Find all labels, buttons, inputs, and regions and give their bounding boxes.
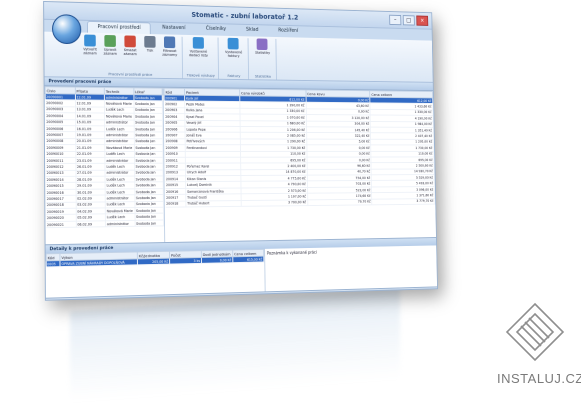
close-button[interactable]: × — [416, 15, 429, 26]
ribbon: Vytvořit záznam Upravit záznam Smazat zá… — [44, 31, 433, 83]
edit-record-button[interactable]: Upravit záznam — [101, 34, 118, 56]
delivery-note-icon — [192, 36, 204, 49]
ribbon-group-print: Vystavené dodací listy Tiskové výstupy — [182, 36, 220, 79]
notes-label: Poznámka k vykonané práci — [266, 249, 317, 256]
filter-icon — [163, 36, 176, 49]
edit-record-icon — [104, 34, 116, 47]
table-cell: 20090021 — [45, 221, 76, 228]
table-cell: 3 700,00 Kč — [241, 199, 308, 207]
statistics-button[interactable]: Statistiky — [252, 38, 272, 55]
tab-sklad[interactable]: Sklad — [237, 25, 268, 37]
ribbon-group-stats: Statistiky Statistika — [248, 38, 278, 80]
ribbon-group-invoices: Vystavené faktury Faktury — [218, 37, 250, 80]
window-reflection — [70, 288, 400, 402]
application-menu-orb[interactable] — [51, 14, 82, 45]
window-title: Stomatic - zubní laboratoř 1.2 — [191, 10, 299, 22]
notes-panel[interactable]: Poznámka k vykonané práci — [265, 245, 437, 291]
table-cell: 06.02.09 — [75, 220, 106, 228]
table-row[interactable]: 20090021 06.02.09 administrátor Svoboda Jan — [45, 219, 164, 228]
delete-record-icon — [124, 35, 136, 48]
table-cell: Trubáč Hubert — [185, 200, 242, 208]
work-list-table[interactable]: Číslo Přijato Technik Lékař 20090001 12.01.0… — [44, 86, 166, 245]
table-cell: 79,70 Kč — [307, 198, 373, 206]
add-record-icon — [84, 34, 96, 47]
table-cell: 200918 — [165, 200, 186, 208]
invoices-button[interactable]: Vystavené faktury — [223, 37, 245, 58]
table-cell: administrátor — [105, 220, 135, 227]
table-cell: 205,00 Kč — [137, 258, 170, 266]
add-record-button[interactable]: Vytvořit záznam — [81, 34, 98, 55]
ribbon-group-label: Tiskové výstupy — [186, 72, 215, 78]
filter-button[interactable]: Filtrovat záznamy — [161, 36, 178, 57]
table-cell: 615,00 Kč — [232, 256, 264, 264]
status-date: 29.05.02 — [416, 288, 433, 294]
instaluj-logo-text: INSTALUJ.CZ — [497, 371, 581, 386]
invoice-icon — [227, 37, 240, 50]
table-cell: Svoboda Jan — [134, 219, 164, 227]
instaluj-logo-icon — [505, 302, 565, 362]
table-cell: 3 ks — [169, 257, 202, 265]
ribbon-group-label: Statistika — [254, 73, 271, 79]
tab-ciselniky[interactable]: Číselníky — [197, 24, 236, 36]
delete-record-button[interactable]: Smazat záznam — [122, 35, 139, 56]
statistics-icon — [256, 38, 268, 51]
ribbon-group-label: Faktury — [227, 73, 241, 79]
table-cell: 3 779,70 Kč — [371, 198, 435, 205]
tab-pracovni-prostredi[interactable]: Pracovní prostředí — [86, 20, 152, 35]
detail-table[interactable]: Kód Výkon Kč/jednotka Počet Dodí jednotkám Ce… — [45, 248, 266, 298]
work-detail-table[interactable]: Kód Pacient Cena výrobků Cena kovu Cena celk… — [164, 88, 436, 242]
work-grid: Číslo Přijato Technik Lékař 20090001 12.01.0… — [44, 86, 437, 245]
delivery-notes-button[interactable]: Vystavené dodací listy — [186, 36, 210, 58]
tab-rozsireni[interactable]: Rozšíření — [269, 25, 307, 37]
maximize-button[interactable]: □ — [402, 15, 415, 26]
stage: Stomatic - zubní laboratoř 1.2 – □ × Pra… — [0, 0, 581, 405]
print-icon — [144, 35, 156, 48]
app-window: Stomatic - zubní laboratoř 1.2 – □ × Pra… — [43, 0, 438, 301]
tab-nastaveni[interactable]: Nastavení — [153, 23, 195, 36]
table-cell: 0005 — [46, 260, 60, 268]
window-controls: – □ × — [389, 14, 429, 26]
print-button[interactable]: Tisk — [141, 35, 158, 57]
table-row[interactable]: 200918 Trubáč Hubert 3 700,00 Kč 79,70 Kč 3 … — [165, 198, 435, 208]
minimize-button[interactable]: – — [389, 14, 402, 26]
table-cell: 0,00 Kč — [201, 256, 233, 264]
table-cell: OPRAVA ZUBNÍ NÁHRADY DOPOLŇOVÁ — [59, 258, 138, 267]
